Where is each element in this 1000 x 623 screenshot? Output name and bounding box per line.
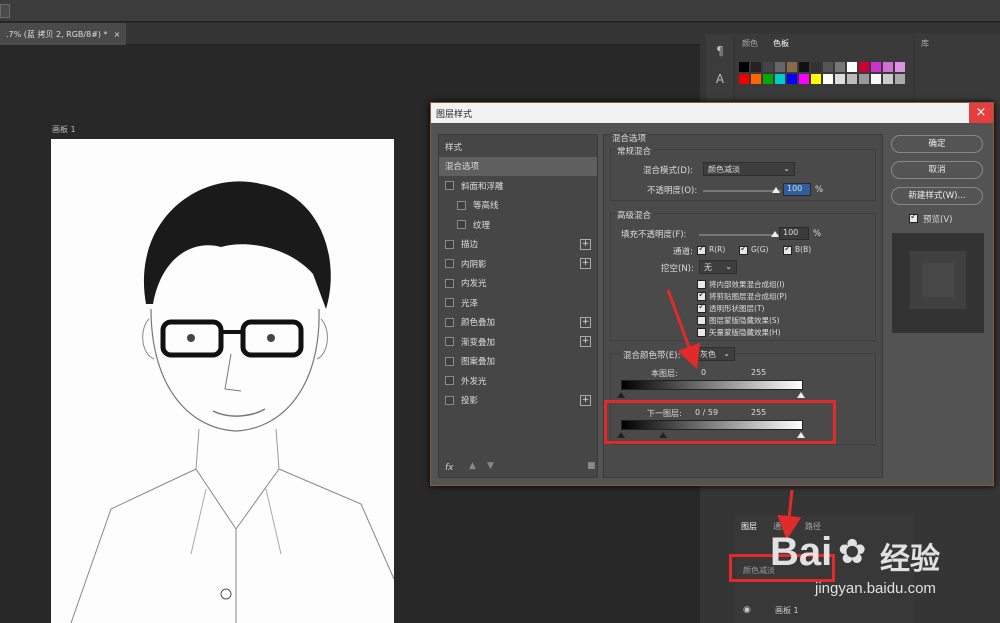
- watermark-brand2: 经验: [880, 542, 940, 577]
- baidu-watermark: Bai ✿ 经验 jingyan.baidu.com: [720, 510, 1000, 623]
- highlight-underlying-slider: [604, 400, 836, 444]
- watermark-brand: Bai: [770, 530, 833, 574]
- paw-icon: ✿: [838, 532, 867, 572]
- watermark-url: jingyan.baidu.com: [815, 580, 936, 597]
- annotation-arrow-upper: [666, 289, 701, 370]
